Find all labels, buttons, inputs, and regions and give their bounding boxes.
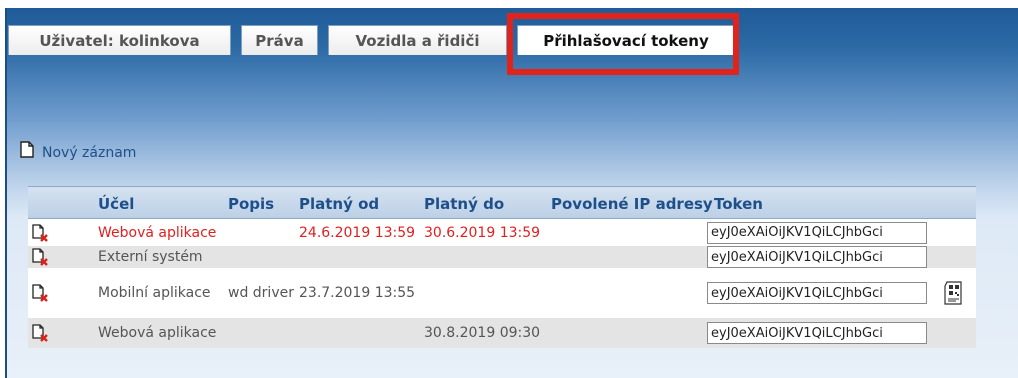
table-row: Webová aplikace 24.6.2019 13:59 30.6.201… xyxy=(28,219,976,246)
token-field[interactable] xyxy=(707,282,927,304)
delete-record-icon[interactable] xyxy=(32,284,48,302)
column-header-platny-od[interactable]: Platný od xyxy=(299,195,379,213)
tab-user[interactable]: Uživatel: kolinkova xyxy=(8,25,231,55)
cell-platny-od: 23.7.2019 13:55 xyxy=(299,285,416,301)
qr-code-icon[interactable] xyxy=(944,281,964,305)
delete-record-icon[interactable] xyxy=(32,324,48,342)
column-header-ucel[interactable]: Účel xyxy=(98,195,134,213)
column-header-platny-do[interactable]: Platný do xyxy=(424,195,504,213)
cell-ucel: Webová aplikace xyxy=(98,325,217,341)
cell-platny-do: 30.6.2019 13:59 xyxy=(424,224,541,241)
cell-platny-od: 24.6.2019 13:59 xyxy=(299,224,416,241)
delete-record-icon[interactable] xyxy=(32,223,48,242)
table-row: Externí systém xyxy=(28,246,976,268)
tab-vehicles-drivers[interactable]: Vozidla a řidiči xyxy=(328,25,507,55)
column-header-ip[interactable]: Povolené IP adresy xyxy=(551,195,713,213)
tab-rights[interactable]: Práva xyxy=(241,25,318,55)
token-field[interactable] xyxy=(707,322,927,344)
cell-platny-do: 30.8.2019 09:30 xyxy=(424,325,541,341)
new-record-button[interactable]: Nový záznam xyxy=(20,141,137,161)
token-field[interactable] xyxy=(707,221,927,244)
delete-record-icon[interactable] xyxy=(32,248,48,266)
column-header-token[interactable]: Token xyxy=(714,195,763,213)
table-header: Účel Popis Platný od Platný do Povolené … xyxy=(28,186,976,219)
new-record-label: Nový záznam xyxy=(42,145,137,161)
cell-ucel: Externí systém xyxy=(98,249,203,265)
cell-ucel: Webová aplikace xyxy=(98,224,217,241)
new-document-icon xyxy=(20,141,34,158)
table-row: Mobilní aplikace wd driver 23.7.2019 13:… xyxy=(28,268,976,318)
cell-ucel: Mobilní aplikace xyxy=(98,285,211,301)
column-header-popis[interactable]: Popis xyxy=(228,195,274,213)
token-field[interactable] xyxy=(707,246,927,268)
cell-popis: wd driver xyxy=(228,285,294,301)
tab-login-tokens[interactable]: Přihlašovací tokeny xyxy=(517,25,735,55)
table-row: Webová aplikace 30.8.2019 09:30 xyxy=(28,318,976,348)
